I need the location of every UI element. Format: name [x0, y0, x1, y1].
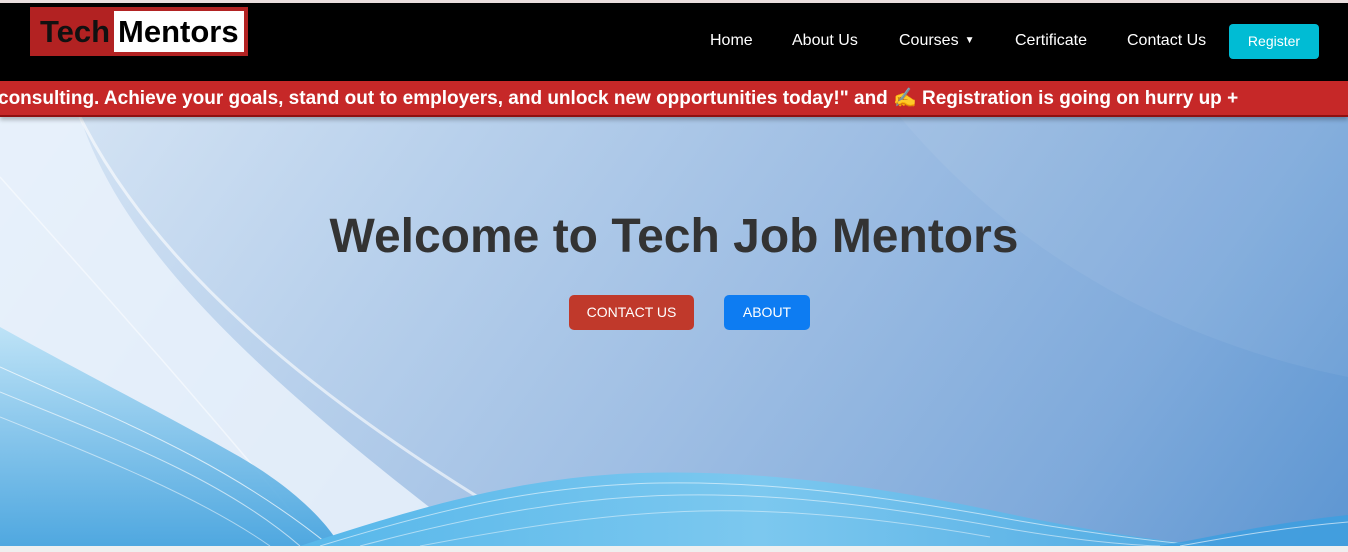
- hero-section: Welcome to Tech Job Mentors CONTACT US A…: [0, 117, 1348, 546]
- nav-certificate-link[interactable]: Certificate: [1015, 31, 1087, 51]
- hero-title: Welcome to Tech Job Mentors: [329, 210, 1019, 263]
- nav-courses-label: Courses: [899, 32, 959, 49]
- nav-courses-dropdown[interactable]: Courses ▼: [899, 31, 974, 51]
- contact-us-button[interactable]: CONTACT US: [569, 295, 694, 330]
- logo-text-mentors: Mentors: [114, 11, 244, 52]
- announcement-ticker: consulting. Achieve your goals, stand ou…: [0, 81, 1348, 117]
- logo[interactable]: Tech Mentors: [30, 7, 248, 56]
- logo-text-tech: Tech: [34, 11, 114, 52]
- caret-down-icon: ▼: [964, 35, 975, 46]
- navbar: Tech Mentors Home About Us Courses ▼ Cert…: [0, 3, 1348, 81]
- register-button[interactable]: Register: [1229, 24, 1319, 59]
- hero-background-waves: [0, 117, 1348, 546]
- page-bottom-edge: [0, 546, 1348, 552]
- about-button[interactable]: ABOUT: [724, 295, 810, 330]
- ticker-text: consulting. Achieve your goals, stand ou…: [0, 88, 1239, 109]
- nav-home-link[interactable]: Home: [710, 31, 753, 51]
- nav-about-link[interactable]: About Us: [792, 31, 858, 51]
- nav-contact-link[interactable]: Contact Us: [1127, 31, 1206, 51]
